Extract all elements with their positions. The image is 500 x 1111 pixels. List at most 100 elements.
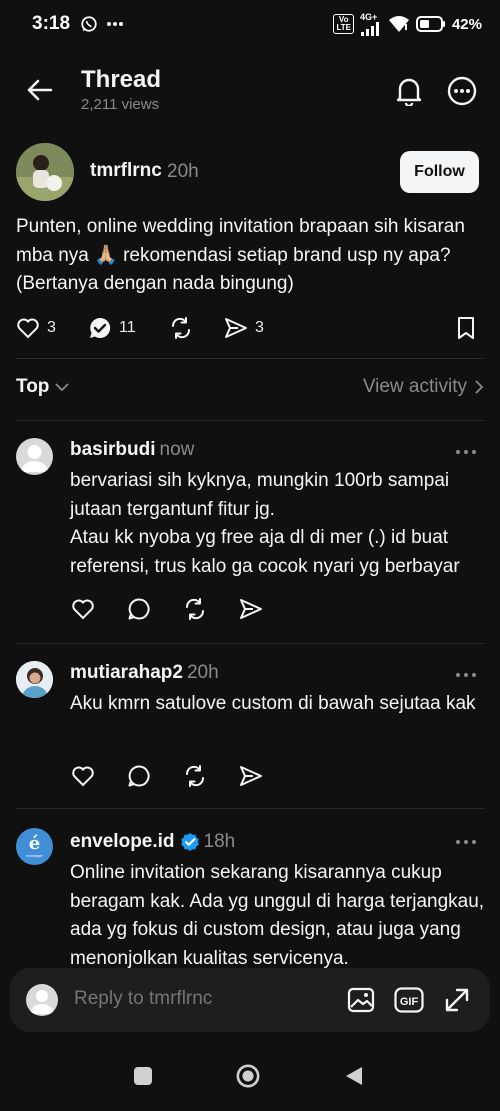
composer-avatar: [26, 984, 58, 1016]
square-icon: [134, 1067, 152, 1085]
gif-icon: GIF: [394, 987, 424, 1013]
view-activity-link[interactable]: View activity: [363, 376, 484, 398]
post-author-username[interactable]: tmrflrnc: [90, 160, 162, 182]
reply-more-button[interactable]: [456, 670, 480, 680]
reply-more-button[interactable]: [456, 837, 480, 847]
signal-icon: [360, 21, 379, 36]
network-type: 4G+: [360, 12, 382, 36]
notifications-button[interactable]: [392, 74, 426, 108]
expand-composer-button[interactable]: [441, 984, 473, 1016]
follow-button[interactable]: Follow: [400, 151, 479, 193]
send-icon: [240, 766, 262, 786]
heart-icon: [72, 766, 94, 787]
page-title: Thread: [81, 66, 162, 93]
reply-input[interactable]: [74, 988, 304, 1010]
expand-icon: [445, 988, 469, 1012]
comment-icon: [128, 598, 150, 620]
reply-username[interactable]: envelope.id 18h: [70, 831, 235, 853]
attach-image-button[interactable]: [345, 984, 377, 1016]
view-count: 2,211 views: [81, 96, 160, 113]
reply-body: Aku kmrn satulove custom di bawah sejuta…: [70, 693, 476, 714]
reply-avatar[interactable]: é envelope: [16, 828, 53, 865]
sort-row: Top View activity: [16, 374, 484, 404]
reply-share-button[interactable]: [238, 763, 264, 789]
view-activity-label: View activity: [362, 376, 467, 397]
chevron-right-icon: [475, 380, 484, 394]
recents-button[interactable]: [131, 1064, 155, 1088]
like-count: 3: [47, 319, 56, 336]
reply-comment-button[interactable]: [126, 596, 152, 622]
bell-icon: [396, 78, 422, 106]
svg-text:GIF: GIF: [400, 996, 419, 1008]
bookmark-icon: [458, 317, 474, 339]
reply-more-button[interactable]: [456, 447, 480, 457]
reply-like-button[interactable]: [70, 763, 96, 789]
whatsapp-icon: [81, 16, 97, 32]
thread-header: Thread 2,211 views: [0, 58, 500, 122]
image-icon: [347, 987, 375, 1013]
share-count: 3: [255, 319, 264, 336]
reply-repost-button[interactable]: [182, 596, 208, 622]
status-time: 3:18: [32, 13, 71, 34]
system-nav-bar: [0, 1040, 500, 1111]
reply-share-button[interactable]: [238, 596, 264, 622]
reply-composer: GIF: [10, 968, 490, 1032]
wifi-icon: [388, 16, 409, 32]
chevron-down-icon: [56, 383, 69, 391]
divider: [16, 808, 484, 809]
send-icon: [240, 599, 262, 619]
divider: [16, 643, 484, 644]
repost-icon: [171, 317, 191, 339]
reply-username[interactable]: basirbudi now: [70, 439, 194, 461]
circle-home-icon: [236, 1064, 260, 1088]
verified-badge-icon: [180, 833, 199, 851]
reply-checked-icon: [90, 317, 111, 338]
send-icon: [225, 318, 247, 338]
reply-actions: [70, 596, 290, 624]
sort-label: Top: [16, 376, 50, 397]
status-bar: 3:18 Vo LTE 4G+ 42%: [0, 0, 500, 48]
divider: [16, 420, 484, 421]
more-options-button[interactable]: [445, 74, 479, 108]
reply-username[interactable]: mutiarahap2 20h: [70, 662, 219, 684]
sort-dropdown[interactable]: Top: [16, 376, 69, 398]
reply-timestamp: 18h: [203, 831, 236, 852]
reply-repost-button[interactable]: [182, 763, 208, 789]
post-timestamp: 20h: [167, 161, 199, 182]
repost-action[interactable]: [168, 313, 194, 343]
reply-count: 11: [119, 319, 136, 336]
repost-button[interactable]: 11: [88, 313, 136, 343]
like-button[interactable]: 3: [16, 313, 56, 343]
post-actions: 3 11 3: [16, 313, 486, 343]
reply-body: bervariasi sih kyknya, mungkin 100rb sam…: [70, 470, 460, 577]
home-button[interactable]: [236, 1064, 260, 1088]
back-nav-button[interactable]: [342, 1064, 366, 1088]
volte-icon: Vo LTE: [333, 14, 354, 34]
reply-avatar[interactable]: [16, 661, 53, 698]
battery-level: 42%: [451, 15, 482, 33]
reply-actions: [70, 763, 290, 791]
heart-icon: [72, 599, 94, 620]
reply-timestamp: 20h: [186, 662, 219, 683]
heart-icon: [17, 318, 39, 339]
back-button[interactable]: [24, 74, 56, 106]
more-circle-icon: [447, 76, 477, 106]
reply-avatar[interactable]: [16, 438, 53, 475]
gif-button[interactable]: GIF: [393, 984, 425, 1016]
reply-timestamp: now: [159, 439, 195, 460]
reply-comment-button[interactable]: [126, 763, 152, 789]
reply-body: Online invitation sekarang kisarannya cu…: [70, 862, 485, 969]
divider: [16, 358, 484, 359]
share-button[interactable]: 3: [224, 313, 264, 343]
more-notifications-icon: [107, 22, 124, 26]
bookmark-button[interactable]: [456, 313, 476, 343]
repost-icon: [185, 765, 205, 787]
triangle-back-icon: [346, 1067, 362, 1085]
reply-like-button[interactable]: [70, 596, 96, 622]
repost-icon: [185, 598, 205, 620]
comment-icon: [128, 765, 150, 787]
arrow-left-icon: [27, 79, 53, 101]
battery-icon: [415, 16, 445, 32]
post-author-avatar[interactable]: [16, 143, 74, 201]
post-body: Punten, online wedding invitation brapaa…: [16, 216, 465, 294]
